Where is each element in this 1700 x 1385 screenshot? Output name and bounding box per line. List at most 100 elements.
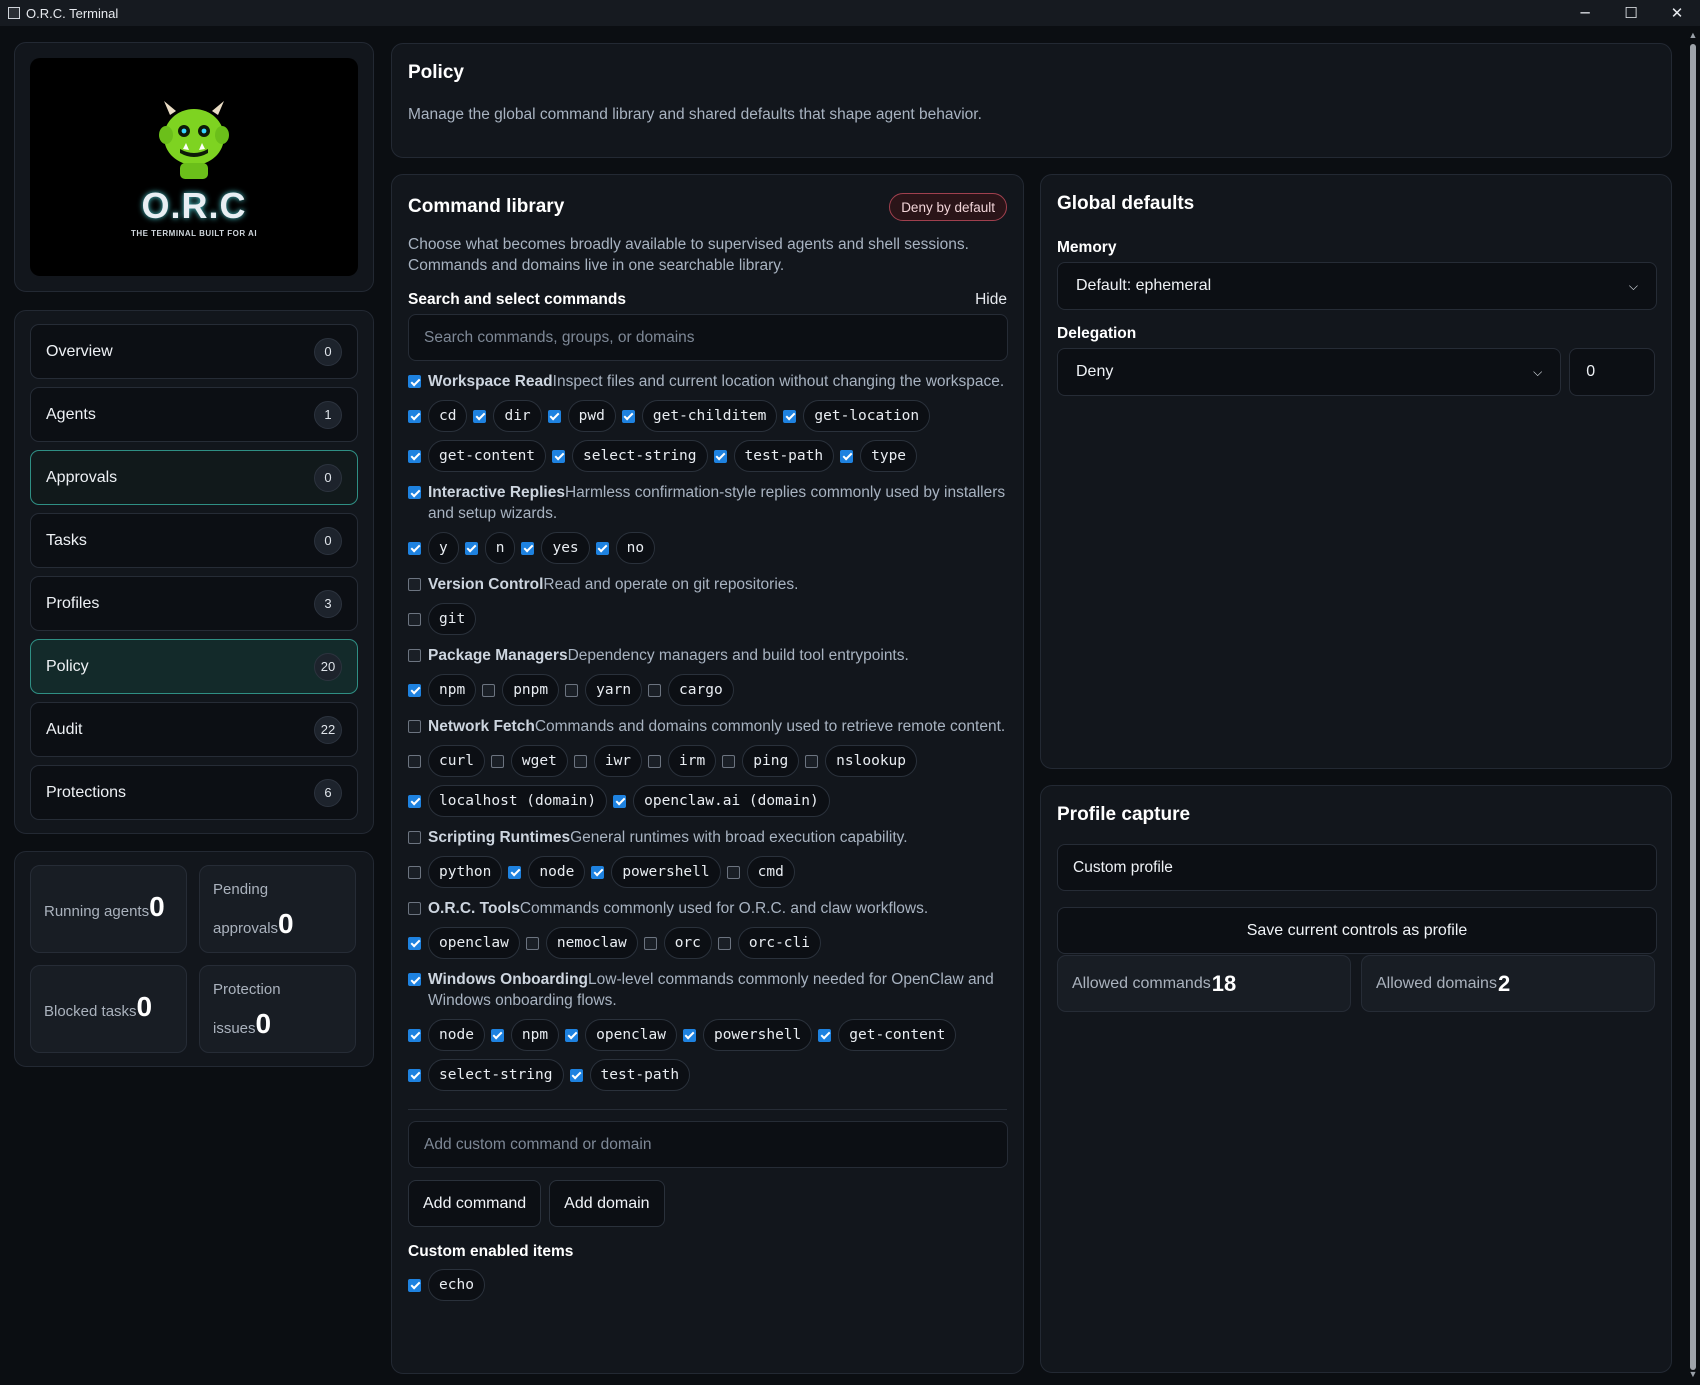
command-checkbox[interactable] bbox=[490, 1028, 504, 1042]
custom-command-input[interactable]: Add custom command or domain bbox=[408, 1121, 1008, 1168]
command-checkbox[interactable] bbox=[726, 865, 740, 879]
search-input[interactable]: Search commands, groups, or domains bbox=[408, 314, 1008, 361]
profile-name-input[interactable]: Custom profile bbox=[1057, 844, 1657, 891]
command-chip-iwr[interactable]: iwr bbox=[573, 745, 643, 777]
command-checkbox[interactable] bbox=[595, 541, 609, 555]
command-chip-git[interactable]: git bbox=[408, 603, 477, 635]
command-checkbox[interactable] bbox=[643, 936, 657, 950]
command-chip-localhost-domain[interactable]: localhost (domain) bbox=[408, 785, 608, 817]
command-chip-no[interactable]: no bbox=[595, 532, 656, 564]
command-checkbox[interactable] bbox=[464, 541, 478, 555]
hide-link[interactable]: Hide bbox=[975, 291, 1007, 309]
command-chip-n[interactable]: n bbox=[464, 532, 516, 564]
command-checkbox[interactable] bbox=[569, 1068, 583, 1082]
command-checkbox[interactable] bbox=[408, 541, 421, 555]
command-checkbox[interactable] bbox=[525, 936, 539, 950]
command-checkbox[interactable] bbox=[713, 449, 727, 463]
command-chip-pnpm[interactable]: pnpm bbox=[482, 674, 560, 706]
command-checkbox[interactable] bbox=[473, 409, 487, 423]
scroll-up-icon[interactable]: ▲ bbox=[1688, 30, 1698, 42]
save-profile-button[interactable]: Save current controls as profile bbox=[1057, 907, 1657, 954]
command-chip-cd[interactable]: cd bbox=[408, 400, 468, 432]
command-checkbox[interactable] bbox=[648, 683, 662, 697]
command-checkbox[interactable] bbox=[482, 683, 496, 697]
command-chip-yarn[interactable]: yarn bbox=[565, 674, 643, 706]
command-checkbox[interactable] bbox=[783, 409, 797, 423]
group-workspace-read[interactable]: Workspace ReadInspect files and current … bbox=[408, 371, 1007, 392]
group-package-managers[interactable]: Package ManagersDependency managers and … bbox=[408, 645, 1007, 666]
group-checkbox[interactable] bbox=[408, 902, 421, 915]
page-scrollbar[interactable]: ▲ ▼ bbox=[1686, 26, 1700, 1385]
command-checkbox[interactable] bbox=[408, 754, 421, 768]
command-chip-get-content[interactable]: get-content bbox=[408, 440, 547, 472]
command-checkbox[interactable] bbox=[818, 1028, 832, 1042]
command-chip-orc-cli[interactable]: orc-cli bbox=[717, 927, 821, 959]
command-chip-npm[interactable]: npm bbox=[490, 1019, 560, 1051]
nav-item-policy[interactable]: Policy 20 bbox=[30, 639, 358, 694]
command-checkbox[interactable] bbox=[408, 409, 421, 423]
command-chip-irm[interactable]: irm bbox=[648, 745, 717, 777]
command-chip-nslookup[interactable]: nslookup bbox=[805, 745, 918, 777]
command-chip-nemoclaw[interactable]: nemoclaw bbox=[525, 927, 638, 959]
group-scripting-runtimes[interactable]: Scripting RuntimesGeneral runtimes with … bbox=[408, 827, 1007, 848]
group-interactive-replies[interactable]: Interactive RepliesHarmless confirmation… bbox=[408, 482, 1007, 524]
command-checkbox[interactable] bbox=[408, 683, 421, 697]
command-chip-test-path[interactable]: test-path bbox=[569, 1059, 691, 1091]
minimize-icon[interactable]: ─ bbox=[1562, 0, 1608, 26]
nav-item-agents[interactable]: Agents 1 bbox=[30, 387, 358, 442]
command-checkbox[interactable] bbox=[805, 754, 819, 768]
command-chip-y[interactable]: y bbox=[408, 532, 459, 564]
command-chip-powershell[interactable]: powershell bbox=[591, 856, 721, 888]
group-checkbox[interactable] bbox=[408, 831, 421, 844]
group-windows-onboarding[interactable]: Windows OnboardingLow-level commands com… bbox=[408, 969, 1007, 1011]
command-checkbox[interactable] bbox=[547, 409, 561, 423]
command-checkbox[interactable] bbox=[722, 754, 736, 768]
nav-item-profiles[interactable]: Profiles 3 bbox=[30, 576, 358, 631]
scroll-thumb[interactable] bbox=[1690, 44, 1696, 1370]
command-checkbox[interactable] bbox=[521, 541, 535, 555]
delegation-depth-input[interactable]: 0 bbox=[1569, 348, 1655, 396]
command-checkbox[interactable] bbox=[408, 612, 421, 626]
command-chip-select-string[interactable]: select-string bbox=[408, 1059, 564, 1091]
command-chip-npm[interactable]: npm bbox=[408, 674, 477, 706]
group-checkbox[interactable] bbox=[408, 486, 421, 499]
command-chip-powershell[interactable]: powershell bbox=[682, 1019, 813, 1051]
scroll-down-icon[interactable]: ▼ bbox=[1688, 1369, 1698, 1381]
command-checkbox[interactable] bbox=[613, 794, 627, 808]
command-chip-node[interactable]: node bbox=[408, 1019, 485, 1051]
command-checkbox[interactable] bbox=[408, 449, 421, 463]
command-checkbox[interactable] bbox=[408, 794, 421, 808]
group-checkbox[interactable] bbox=[408, 375, 421, 388]
nav-item-overview[interactable]: Overview 0 bbox=[30, 324, 358, 379]
command-checkbox[interactable] bbox=[408, 1028, 421, 1042]
command-chip-test-path[interactable]: test-path bbox=[713, 440, 835, 472]
command-chip-select-string[interactable]: select-string bbox=[552, 440, 708, 472]
maximize-icon[interactable]: ☐ bbox=[1608, 0, 1654, 26]
command-checkbox[interactable] bbox=[408, 865, 421, 879]
command-checkbox[interactable] bbox=[508, 865, 522, 879]
add-domain-button[interactable]: Add domain bbox=[549, 1180, 665, 1227]
delegation-select[interactable]: Deny ⌵ bbox=[1057, 348, 1562, 396]
command-chip-openclaw[interactable]: openclaw bbox=[565, 1019, 677, 1051]
nav-item-audit[interactable]: Audit 22 bbox=[30, 702, 358, 757]
command-checkbox[interactable] bbox=[408, 936, 421, 950]
command-chip-dir[interactable]: dir bbox=[473, 400, 542, 432]
group-checkbox[interactable] bbox=[408, 720, 421, 733]
group-o-r-c-tools[interactable]: O.R.C. ToolsCommands commonly used for O… bbox=[408, 898, 1007, 919]
command-chip-node[interactable]: node bbox=[508, 856, 586, 888]
command-chip-yes[interactable]: yes bbox=[521, 532, 590, 564]
command-checkbox[interactable] bbox=[591, 865, 605, 879]
nav-item-tasks[interactable]: Tasks 0 bbox=[30, 513, 358, 568]
add-command-button[interactable]: Add command bbox=[408, 1180, 542, 1227]
command-chip-get-location[interactable]: get-location bbox=[783, 400, 931, 432]
nav-item-approvals[interactable]: Approvals 0 bbox=[30, 450, 358, 505]
command-checkbox[interactable] bbox=[490, 754, 504, 768]
command-chip-cargo[interactable]: cargo bbox=[648, 674, 734, 706]
command-chip-openclaw-ai-domain[interactable]: openclaw.ai (domain) bbox=[613, 785, 830, 817]
command-chip-ping[interactable]: ping bbox=[722, 745, 800, 777]
command-checkbox[interactable] bbox=[621, 409, 635, 423]
command-checkbox[interactable] bbox=[840, 449, 854, 463]
command-chip-pwd[interactable]: pwd bbox=[547, 400, 616, 432]
group-network-fetch[interactable]: Network FetchCommands and domains common… bbox=[408, 716, 1007, 737]
nav-item-protections[interactable]: Protections 6 bbox=[30, 765, 358, 820]
